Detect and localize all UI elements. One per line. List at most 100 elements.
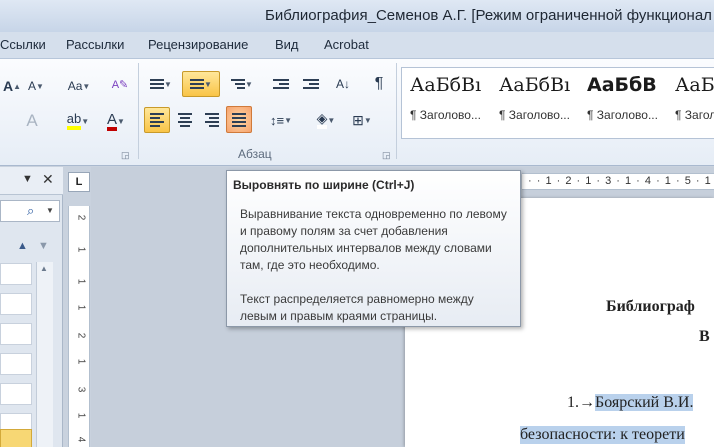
highlighter-icon: ab bbox=[66, 112, 82, 130]
sort-button[interactable]: А↓ bbox=[332, 73, 354, 95]
group-separator bbox=[138, 63, 139, 159]
bullets-button[interactable]: ▼ bbox=[146, 73, 176, 95]
tab-review[interactable]: Рецензирование bbox=[148, 37, 248, 52]
list-item: 1.→Боярский В.И. bbox=[567, 394, 694, 412]
font-color-button[interactable]: A ▼ bbox=[98, 109, 134, 133]
paragraph-dialog-launcher-icon[interactable]: ◲ bbox=[382, 150, 391, 161]
multilevel-list-icon bbox=[231, 79, 246, 89]
window-title: Библиография_Семенов А.Г. [Режим огранич… bbox=[265, 7, 712, 24]
scroll-up-icon[interactable]: ▲ bbox=[40, 264, 48, 273]
ruler-tick: 1 bbox=[75, 278, 87, 285]
multilevel-list-button[interactable]: ▼ bbox=[226, 73, 258, 95]
style-heading-3[interactable]: АаБбВ ¶ Заголово... bbox=[587, 74, 673, 122]
numbering-icon bbox=[190, 79, 205, 89]
nav-heading-item[interactable] bbox=[0, 263, 32, 285]
align-right-icon bbox=[205, 113, 219, 127]
justify-icon bbox=[232, 112, 246, 127]
increase-indent-icon bbox=[303, 79, 319, 89]
line-spacing-icon: ↕≡ bbox=[269, 112, 285, 128]
pilcrow-icon: ¶ bbox=[374, 75, 384, 92]
nav-menu-icon[interactable]: ▼ bbox=[22, 173, 33, 185]
nav-heading-item[interactable] bbox=[0, 323, 32, 345]
increase-indent-button[interactable] bbox=[300, 73, 322, 95]
styles-gallery: АаБбВı ¶ Заголово... АаБбВı ¶ Заголово..… bbox=[401, 67, 714, 139]
tooltip-title: Выровнять по ширине (Ctrl+J) bbox=[233, 178, 415, 192]
vertical-ruler: 2 1 1 1 2 1 3 1 4 bbox=[68, 206, 90, 447]
align-center-icon bbox=[178, 113, 192, 127]
tab-acrobat[interactable]: Acrobat bbox=[324, 37, 369, 52]
tab-view[interactable]: Вид bbox=[275, 37, 299, 52]
nav-scrollbar[interactable]: ▲ bbox=[36, 262, 53, 447]
style-name: ¶ Заголово bbox=[675, 108, 714, 122]
style-name: ¶ Заголово... bbox=[499, 108, 570, 122]
ruler-tick: 1 bbox=[75, 304, 87, 311]
align-left-icon bbox=[150, 113, 164, 127]
style-name: ¶ Заголово... bbox=[410, 108, 481, 122]
bullets-icon bbox=[150, 79, 165, 89]
ruler-tick: 1 bbox=[75, 412, 87, 419]
list-number: 1.→ bbox=[567, 394, 595, 411]
nav-heading-item[interactable] bbox=[0, 353, 32, 375]
document-title-line2: В bbox=[699, 328, 710, 345]
tooltip-body: Выравнивание текста одновременно по лево… bbox=[240, 206, 514, 342]
ruler-tick: 1 bbox=[75, 358, 87, 365]
nav-heading-item[interactable] bbox=[0, 383, 32, 405]
navigation-pane: ▼ ✕ ⌕ ▼ ▲ ▼ ▲ bbox=[0, 167, 63, 447]
clear-formatting-icon[interactable]: A✎ bbox=[110, 73, 130, 95]
font-color-icon: A bbox=[107, 112, 118, 131]
style-sample: АаБбВı bbox=[499, 74, 571, 96]
search-icon[interactable]: ⌕ bbox=[27, 203, 34, 219]
style-sample: АаБбВı bbox=[410, 74, 482, 96]
paint-bucket-icon: ◈ bbox=[316, 111, 328, 129]
nav-heading-item[interactable] bbox=[0, 293, 32, 315]
font-dialog-launcher-icon[interactable]: ◲ bbox=[121, 150, 130, 161]
highlight-color-button[interactable]: ab ▼ bbox=[58, 109, 98, 133]
justify-tooltip: Выровнять по ширине (Ctrl+J) Выравнивани… bbox=[226, 170, 521, 327]
tab-selector-icon[interactable]: L bbox=[68, 172, 90, 192]
show-formatting-button[interactable]: ¶ bbox=[368, 73, 390, 95]
shrink-font-button[interactable]: A ▼ bbox=[28, 75, 44, 97]
ruler-tick: 1 bbox=[75, 246, 87, 253]
decrease-indent-button[interactable] bbox=[270, 73, 292, 95]
borders-icon: ⊞ bbox=[352, 111, 364, 128]
horizontal-ruler[interactable]: · · 1 · 2 · 1 · 3 · 1 · 4 · 1 · 5 · 1 bbox=[522, 173, 714, 190]
align-left-button[interactable] bbox=[144, 107, 170, 133]
tooltip-detail: Текст распределяется равномерно между ле… bbox=[240, 292, 474, 323]
tab-references[interactable]: Ссылки bbox=[0, 37, 46, 52]
ribbon: A ▲ A ▼ Aa ▼ A✎ A ab ▼ A ▼ ▼ ▼ ▼ А↓ ¶ ↕≡ ▼ bbox=[0, 58, 714, 166]
line-spacing-button[interactable]: ↕≡ ▼ bbox=[266, 109, 296, 131]
sort-icon: А↓ bbox=[335, 77, 350, 91]
selected-text: безопасности: к теорети bbox=[520, 426, 685, 444]
numbering-button[interactable]: ▼ bbox=[182, 71, 220, 97]
text-effects-button[interactable]: A bbox=[20, 109, 44, 133]
align-right-button[interactable] bbox=[201, 109, 223, 131]
group-separator bbox=[396, 63, 397, 159]
title-bar: Библиография_Семенов А.Г. [Режим огранич… bbox=[0, 0, 714, 32]
nav-search-input[interactable]: ⌕ ▼ bbox=[0, 200, 60, 222]
style-heading-1[interactable]: АаБбВı ¶ Заголово... bbox=[410, 74, 496, 122]
tab-mailings[interactable]: Рассылки bbox=[66, 37, 124, 52]
borders-button[interactable]: ⊞ ▼ bbox=[346, 109, 378, 131]
style-name: ¶ Заголово... bbox=[587, 108, 658, 122]
style-heading-2[interactable]: АаБбВı ¶ Заголово... bbox=[499, 74, 585, 122]
nav-prev-icon[interactable]: ▲ bbox=[17, 240, 28, 252]
style-sample: АаБ bbox=[675, 74, 714, 96]
close-icon[interactable]: ✕ bbox=[42, 171, 54, 188]
change-case-button[interactable]: Aa ▼ bbox=[64, 75, 94, 97]
style-heading-4[interactable]: АаБ ¶ Заголово bbox=[675, 74, 714, 122]
ribbon-tabs: Ссылки Рассылки Рецензирование Вид Acrob… bbox=[0, 32, 714, 58]
ruler-tick: 3 bbox=[75, 386, 87, 393]
justify-button[interactable] bbox=[226, 106, 252, 133]
align-center-button[interactable] bbox=[174, 109, 196, 131]
shading-button[interactable]: ◈ ▼ bbox=[310, 109, 342, 131]
search-options-icon[interactable]: ▼ bbox=[46, 206, 54, 215]
nav-pane-header: ▼ ✕ bbox=[0, 167, 63, 195]
ruler-tick: 2 bbox=[75, 214, 87, 221]
grow-font-button[interactable]: A ▲ bbox=[3, 75, 21, 97]
document-title: Библиограф bbox=[606, 298, 695, 315]
decrease-indent-icon bbox=[273, 79, 289, 89]
nav-heading-item-selected[interactable] bbox=[0, 429, 32, 447]
nav-next-icon[interactable]: ▼ bbox=[38, 240, 49, 252]
ruler-tick: 4 bbox=[75, 436, 87, 443]
tooltip-description: Выравнивание текста одновременно по лево… bbox=[240, 207, 507, 272]
